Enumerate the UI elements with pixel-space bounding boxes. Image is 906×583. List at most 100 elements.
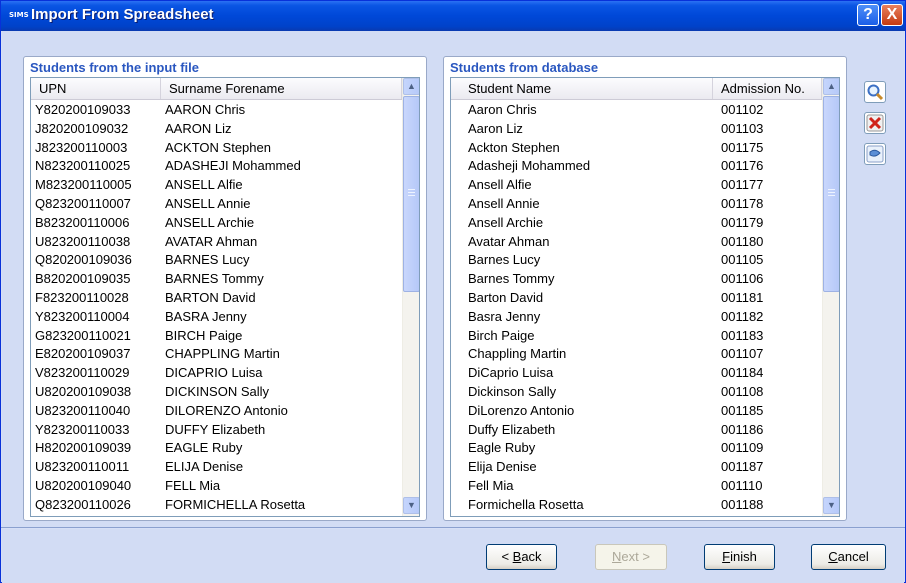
link-match-button[interactable] [864,143,886,165]
table-row[interactable]: Barnes Tommy 001106 [451,270,822,289]
close-button[interactable]: X [881,4,903,26]
column-header-upn[interactable]: UPN [31,78,161,99]
table-row[interactable]: J823200110003 ACKTON Stephen [31,139,402,158]
table-row[interactable]: Ackton Stephen 001175 [451,139,822,158]
find-match-button[interactable] [864,81,886,103]
student-name-cell: Ackton Stephen [468,139,560,155]
chevron-up-icon: ▲ [407,81,416,91]
student-name-cell: Duffy Elizabeth [468,421,556,437]
table-row[interactable]: Duffy Elizabeth 001186 [451,421,822,440]
upn-cell: V823200110029 [35,365,130,381]
table-row[interactable]: U823200110011 ELIJA Denise [31,458,402,477]
database-grid[interactable]: Student Name Admission No. Aaron Chris 00… [450,77,840,517]
database-scrollbar[interactable]: ▲ ▼ [822,78,839,516]
admission-no-cell: 001110 [721,477,763,493]
table-row[interactable]: Barnes Lucy 001105 [451,251,822,270]
table-row[interactable]: Y820200109033 AARON Chris [31,101,402,120]
input-file-grid[interactable]: UPN Surname Forename Y820200109033 AARON … [30,77,420,517]
next-label: ext [621,549,639,564]
admission-no-cell: 001103 [721,120,764,136]
table-row[interactable]: Ansell Annie 001178 [451,195,822,214]
admission-no-cell: 001187 [721,459,764,475]
table-row[interactable]: Formichella Rosetta 001188 [451,496,822,515]
table-row[interactable]: U820200109038 DICKINSON Sally [31,383,402,402]
remove-match-button[interactable] [864,112,886,134]
admission-no-cell: 001175 [721,139,764,155]
table-row[interactable]: B823200110006 ANSELL Archie [31,214,402,233]
table-row[interactable]: Birch Paige 001183 [451,327,822,346]
chevron-up-icon: ▲ [827,81,836,91]
table-row[interactable]: Basra Jenny 001182 [451,308,822,327]
column-header-surname-forename[interactable]: Surname Forename [161,78,402,99]
student-name-cell: Aaron Chris [468,102,537,117]
scroll-thumb[interactable] [403,96,419,292]
table-row[interactable]: Elija Denise 001187 [451,458,822,477]
finish-button[interactable]: Finish [704,544,775,570]
table-row[interactable]: Q823200110026 FORMICHELLA Rosetta [31,496,402,515]
table-row[interactable]: Y823200110033 DUFFY Elizabeth [31,421,402,440]
help-button[interactable]: ? [857,4,879,26]
cancel-label: ancel [837,549,869,564]
student-name-cell: Elija Denise [468,459,537,475]
title-bar[interactable]: SIMS Import From Spreadsheet ? X [1,1,905,31]
table-row[interactable]: U820200109040 FELL Mia [31,477,402,496]
column-header-student-name[interactable]: Student Name [451,78,713,99]
table-row[interactable]: N823200110025 ADASHEJI Mohammed [31,157,402,176]
table-row[interactable]: V823200110029 DICAPRIO Luisa [31,364,402,383]
table-row[interactable]: Adasheji Mohammed 001176 [451,157,822,176]
surname-forename-cell: DUFFY Elizabeth [165,421,266,437]
scroll-up-button[interactable]: ▲ [403,78,419,95]
upn-cell: B823200110006 [35,214,130,230]
table-row[interactable]: Ansell Archie 001179 [451,214,822,233]
table-row[interactable]: Y823200110004 BASRA Jenny [31,308,402,327]
surname-forename-cell: BARNES Tommy [165,271,264,287]
footer: < Back Next > Finish Cancel [2,529,904,583]
table-row[interactable]: B820200109035 BARNES Tommy [31,270,402,289]
student-name-cell: Fell Mia [468,477,514,493]
upn-cell: U820200109038 [35,383,132,399]
table-row[interactable]: Chappling Martin 001107 [451,345,822,364]
back-button[interactable]: < Back [486,544,557,570]
cancel-button[interactable]: Cancel [811,544,886,570]
scroll-up-button[interactable]: ▲ [823,78,839,95]
student-name-cell: Chappling Martin [468,346,567,362]
table-row[interactable]: J820200109032 AARON Liz [31,120,402,139]
upn-cell: H820200109039 [35,440,132,456]
table-row[interactable]: F823200110028 BARTON David [31,289,402,308]
admission-no-cell: 001180 [721,233,764,249]
input-file-rows: Y820200109033 AARON Chris J820200109032 AAR… [31,101,402,515]
table-row[interactable]: DiLorenzo Antonio 001185 [451,402,822,421]
column-header-admission-no[interactable]: Admission No. [713,78,822,99]
upn-cell: J820200109032 [35,120,129,136]
table-row[interactable]: G823200110021 BIRCH Paige [31,327,402,346]
input-file-scrollbar[interactable]: ▲ ▼ [402,78,419,516]
table-row[interactable]: Q820200109036 BARNES Lucy [31,251,402,270]
table-row[interactable]: Aaron Liz 001103 [451,120,822,139]
table-row[interactable]: E820200109037 CHAPPLING Martin [31,345,402,364]
table-row[interactable]: Aaron Chris 001102 [451,101,822,120]
table-row[interactable]: U823200110038 AVATAR Ahman [31,233,402,252]
scroll-thumb[interactable] [823,96,839,292]
scroll-down-button[interactable]: ▼ [403,497,419,514]
input-file-group-title: Students from the input file [30,60,199,75]
table-row[interactable]: H820200109039 EAGLE Ruby [31,439,402,458]
upn-cell: J823200110003 [35,139,128,155]
surname-forename-cell: BARTON David [165,289,256,305]
table-row[interactable]: U823200110040 DILORENZO Antonio [31,402,402,421]
table-row[interactable]: DiCaprio Luisa 001184 [451,364,822,383]
table-row[interactable]: Ansell Alfie 001177 [451,176,822,195]
table-row[interactable]: Dickinson Sally 001108 [451,383,822,402]
table-row[interactable]: Barton David 001181 [451,289,822,308]
table-row[interactable]: M823200110005 ANSELL Alfie [31,176,402,195]
table-row[interactable]: Fell Mia 001110 [451,477,822,496]
table-row[interactable]: Q823200110007 ANSELL Annie [31,195,402,214]
scroll-down-button[interactable]: ▼ [823,497,839,514]
admission-no-cell: 001105 [721,252,764,268]
finish-label: inish [730,549,757,564]
surname-forename-cell: DICAPRIO Luisa [165,365,263,381]
upn-cell: U820200109040 [35,477,132,493]
table-row[interactable]: Eagle Ruby 001109 [451,439,822,458]
upn-cell: Y820200109033 [35,102,131,117]
next-button[interactable]: Next > [595,544,667,570]
table-row[interactable]: Avatar Ahman 001180 [451,233,822,252]
